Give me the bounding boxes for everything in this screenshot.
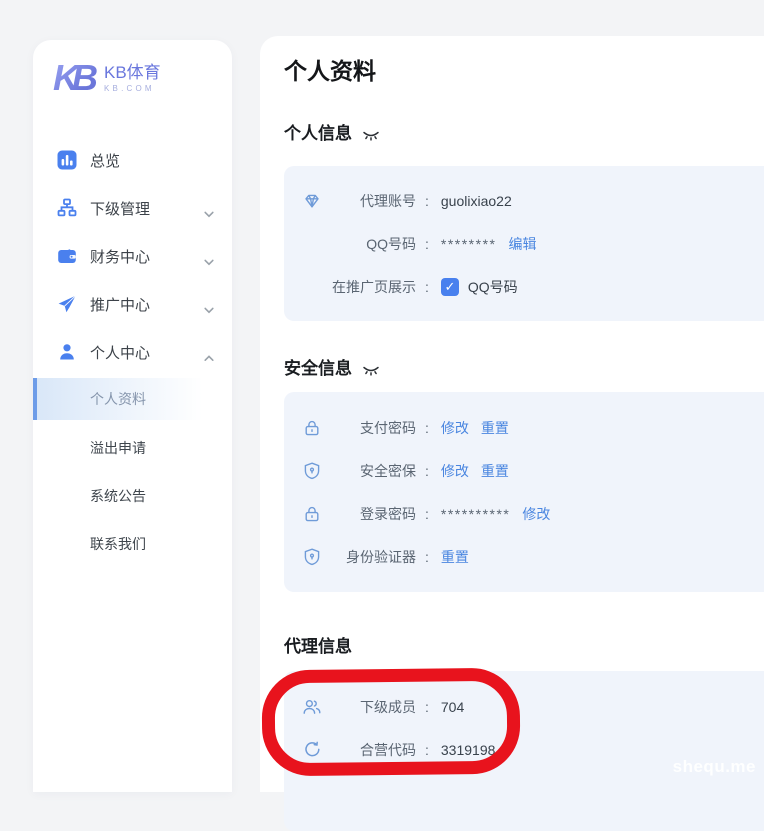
personal-info-section-title: 个人信息 <box>284 124 764 144</box>
subordinate-members-row: 下级成员 : 704 <box>284 685 764 728</box>
security-info-panel: 支付密码 : 修改 重置 安全密保 : 修改 重置 登录密码 : * <box>284 392 764 592</box>
edit-link[interactable]: 编辑 <box>508 234 536 254</box>
modify-link[interactable]: 修改 <box>441 461 469 481</box>
reset-link[interactable]: 重置 <box>481 418 509 438</box>
section-title-text: 个人信息 <box>284 124 352 144</box>
field-label: 合营代码 <box>332 740 416 760</box>
colon: : <box>425 420 429 436</box>
submenu-item-profile[interactable]: 个人资料 <box>33 378 232 420</box>
sidebar-item-label: 下级管理 <box>90 198 204 219</box>
agent-info-panel: 下级成员 : 704 合营代码 : 3319198 <box>284 671 764 831</box>
submenu-item-label: 个人资料 <box>90 389 146 409</box>
submenu-item-contact-us[interactable]: 联系我们 <box>33 520 232 568</box>
eye-closed-icon[interactable] <box>362 127 380 141</box>
user-icon <box>57 342 77 362</box>
agent-account-row: 代理账号 : guolixiao22 <box>284 179 764 222</box>
login-password-row: 登录密码 : ********** 修改 <box>284 492 764 535</box>
shield-icon <box>302 461 322 481</box>
colon: : <box>425 193 429 209</box>
field-label: 支付密码 <box>332 418 416 438</box>
affiliate-code-value: 3319198 <box>441 742 496 758</box>
watermark-text: shequ.me <box>673 757 756 777</box>
chevron-down-icon <box>204 253 214 260</box>
field-label: 下级成员 <box>332 697 416 717</box>
kb-monogram-logo: KB <box>53 58 99 98</box>
personal-center-submenu: 个人资料 溢出申请 系统公告 联系我们 <box>33 378 232 568</box>
colon: : <box>425 506 429 522</box>
sidebar-item-finance-center[interactable]: 财务中心 <box>33 232 232 280</box>
submenu-item-label: 溢出申请 <box>90 438 146 458</box>
payment-password-row: 支付密码 : 修改 重置 <box>284 406 764 449</box>
modify-link[interactable]: 修改 <box>441 418 469 438</box>
qq-number-masked-value: ******** <box>441 236 497 252</box>
sidebar-item-personal-center[interactable]: 个人中心 <box>33 328 232 376</box>
subordinate-members-value: 704 <box>441 699 464 715</box>
users-icon <box>302 697 322 717</box>
section-title-text: 安全信息 <box>284 359 352 379</box>
login-password-masked-value: ********** <box>441 506 510 522</box>
field-label: 在推广页展示 <box>332 277 416 297</box>
main-content: 个人资料 个人信息 代理账号 : guolixiao22 QQ号码 : ****… <box>260 36 764 792</box>
authenticator-row: 身份验证器 : 重置 <box>284 535 764 578</box>
checkbox-check-icon: ✓ <box>444 280 455 293</box>
colon: : <box>425 279 429 295</box>
sitemap-icon <box>57 198 77 218</box>
sidebar-nav: 总览 下级管理 财务中心 推广中心 <box>33 136 232 568</box>
colon: : <box>425 699 429 715</box>
submenu-item-system-announcement[interactable]: 系统公告 <box>33 472 232 520</box>
field-label: 身份验证器 <box>332 547 416 567</box>
reset-link[interactable]: 重置 <box>441 547 469 567</box>
field-label: 登录密码 <box>332 504 416 524</box>
field-label: 安全密保 <box>332 461 416 481</box>
bar-chart-icon <box>57 150 77 170</box>
checkbox-label: QQ号码 <box>468 277 518 297</box>
paper-plane-icon <box>57 294 77 314</box>
chevron-down-icon <box>204 205 214 212</box>
field-label: 代理账号 <box>332 191 416 211</box>
diamond-icon <box>302 191 322 211</box>
sidebar-item-label: 个人中心 <box>90 342 204 363</box>
colon: : <box>425 742 429 758</box>
lock-icon <box>302 418 322 438</box>
sidebar-item-subordinate-management[interactable]: 下级管理 <box>33 184 232 232</box>
page-title: 个人资料 <box>284 56 764 86</box>
chevron-up-icon <box>204 349 214 356</box>
personal-info-panel: 代理账号 : guolixiao22 QQ号码 : ******** 编辑 在推… <box>284 166 764 321</box>
wallet-icon <box>57 246 77 266</box>
qq-display-checkbox[interactable]: ✓ <box>441 278 459 296</box>
sidebar: KB KB体育 KB.COM 总览 下级管理 财务中心 <box>33 40 232 792</box>
submenu-item-label: 系统公告 <box>90 486 146 506</box>
colon: : <box>425 236 429 252</box>
colon: : <box>425 549 429 565</box>
sidebar-item-label: 推广中心 <box>90 294 204 315</box>
brand-domain: KB.COM <box>104 84 161 93</box>
sidebar-item-label: 总览 <box>90 150 214 171</box>
eye-closed-icon[interactable] <box>362 362 380 376</box>
sidebar-item-overview[interactable]: 总览 <box>33 136 232 184</box>
submenu-item-overflow-application[interactable]: 溢出申请 <box>33 424 232 472</box>
section-title-text: 代理信息 <box>284 637 352 657</box>
sidebar-item-promotion-center[interactable]: 推广中心 <box>33 280 232 328</box>
brand-name: KB体育 <box>104 63 161 82</box>
agent-account-value: guolixiao22 <box>441 193 512 209</box>
security-info-section-title: 安全信息 <box>284 359 764 379</box>
qq-number-row: QQ号码 : ******** 编辑 <box>284 222 764 265</box>
security-question-row: 安全密保 : 修改 重置 <box>284 449 764 492</box>
loop-icon <box>302 740 322 760</box>
shield-icon <box>302 547 322 567</box>
modify-link[interactable]: 修改 <box>522 504 550 524</box>
colon: : <box>425 463 429 479</box>
reset-link[interactable]: 重置 <box>481 461 509 481</box>
brand-logo: KB KB体育 KB.COM <box>33 40 232 98</box>
lock-icon <box>302 504 322 524</box>
agent-info-section-title: 代理信息 <box>284 637 764 657</box>
submenu-item-label: 联系我们 <box>90 534 146 554</box>
field-label: QQ号码 <box>332 234 416 254</box>
show-on-promo-page-row: 在推广页展示 : ✓ QQ号码 <box>284 265 764 308</box>
chevron-down-icon <box>204 301 214 308</box>
sidebar-item-label: 财务中心 <box>90 246 204 267</box>
